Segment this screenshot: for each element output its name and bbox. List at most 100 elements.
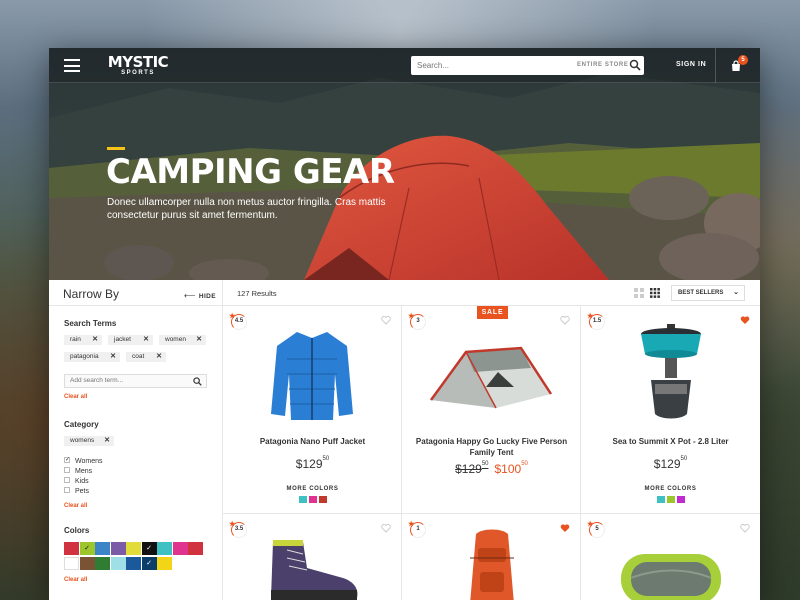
clear-all-search-terms[interactable]: Clear all [64, 394, 87, 400]
heart-outline-icon[interactable] [381, 523, 391, 533]
hide-filters-button[interactable]: HIDE [184, 291, 216, 300]
hero-accent-line [107, 147, 125, 150]
sign-in-link[interactable]: SIGN IN [676, 61, 706, 68]
category-checkbox-kids[interactable]: Kids [64, 477, 89, 485]
star-icon: ★ [229, 521, 236, 528]
sort-value: BEST SELLERS [678, 290, 724, 296]
hero-subtitle: Donec ullamcorper nulla non metus auctor… [107, 197, 386, 221]
color-option[interactable] [666, 496, 675, 503]
checkbox-checked-icon: ✓ [64, 457, 71, 464]
add-search-term-field [64, 374, 207, 388]
product-card[interactable]: ★ 3.5 [223, 514, 402, 600]
product-name[interactable]: Patagonia Happy Go Lucky Five Person Fam… [412, 436, 571, 458]
heart-outline-icon[interactable] [560, 315, 570, 325]
grid-view-icon[interactable] [650, 288, 660, 298]
product-card[interactable]: ★ 4.5 Patagonia Nano Puff Jacket $12950 M… [223, 306, 402, 514]
cart-button[interactable]: 5 [715, 48, 760, 83]
color-swatch[interactable] [110, 542, 126, 555]
search-term-label: women [165, 336, 186, 343]
remove-chip-icon[interactable]: ✕ [110, 352, 116, 362]
search-term-chip: rain ✕ [64, 335, 102, 345]
color-option[interactable] [318, 496, 327, 503]
clear-all-colors[interactable]: Clear all [64, 577, 87, 583]
heart-filled-icon[interactable] [560, 523, 570, 533]
rating-value: 1.5 [592, 318, 602, 324]
search-term-chip: women ✕ [159, 335, 206, 345]
hamburger-menu-icon[interactable] [64, 59, 80, 72]
color-swatch[interactable] [157, 542, 172, 555]
category-label: Mens [75, 468, 93, 475]
clear-all-categories[interactable]: Clear all [64, 503, 87, 509]
star-icon: ★ [587, 313, 594, 320]
product-image-jacket [271, 332, 353, 420]
color-option[interactable] [676, 496, 685, 503]
search-icon[interactable] [629, 59, 641, 71]
remove-chip-icon[interactable]: ✕ [92, 335, 98, 345]
sort-dropdown[interactable]: BEST SELLERS ⌄ [671, 285, 745, 301]
brand-logo[interactable]: MYSTIC SPORTS [106, 54, 170, 77]
price-cents: 50 [521, 461, 528, 467]
heart-filled-icon[interactable] [740, 315, 750, 325]
search-icon[interactable] [193, 377, 202, 386]
product-name[interactable]: Patagonia Nano Puff Jacket [233, 436, 392, 447]
color-swatch[interactable]: ✓ [141, 542, 157, 555]
color-option[interactable] [298, 496, 307, 503]
color-swatch[interactable] [126, 542, 141, 555]
color-swatch[interactable]: ✓ [79, 542, 95, 555]
color-swatch[interactable] [126, 557, 141, 570]
search-input[interactable] [417, 58, 567, 73]
color-swatch[interactable] [188, 542, 203, 555]
search-term-label: jacket [114, 336, 131, 343]
color-swatch[interactable] [64, 542, 79, 555]
color-swatch[interactable] [157, 557, 172, 570]
search-term-label: patagonia [70, 353, 99, 360]
product-name[interactable]: Sea to Summit X Pot - 2.8 Liter [591, 436, 750, 447]
color-options [581, 496, 760, 503]
rating-badge: ★ 4.5 [229, 313, 247, 330]
color-option[interactable] [308, 496, 317, 503]
color-swatch[interactable] [95, 557, 110, 570]
remove-chip-icon[interactable]: ✕ [156, 352, 162, 362]
sale-badge: SALE [477, 306, 508, 319]
product-card[interactable]: ★ 5 [581, 514, 760, 600]
category-checkbox-womens[interactable]: ✓ Womens [64, 457, 103, 465]
product-card[interactable]: SALE ★ 3 Patagonia Happy Go Lucky Five Pe… [402, 306, 581, 514]
product-image-boot [271, 540, 358, 600]
color-swatch[interactable] [64, 557, 79, 570]
top-navigation-bar: MYSTIC SPORTS ENTIRE STORE SIGN IN 5 [49, 48, 760, 83]
color-swatch[interactable] [110, 557, 126, 570]
color-swatch[interactable]: ✓ [141, 557, 157, 570]
more-colors-link[interactable]: MORE COLORS [223, 486, 402, 492]
checkbox-icon [64, 467, 70, 474]
product-image-backpack [470, 529, 514, 600]
category-label: Kids [75, 478, 89, 485]
rating-value: 3.5 [234, 526, 244, 532]
price-whole: $129 [295, 457, 323, 471]
color-swatch[interactable] [79, 557, 95, 570]
sale-price: $10050 [495, 461, 528, 476]
search-term-chip: jacket ✕ [108, 335, 153, 345]
rating-value: 1 [416, 526, 420, 532]
remove-chip-icon[interactable]: ✕ [143, 335, 149, 345]
add-search-term-input[interactable] [70, 377, 180, 384]
color-option[interactable] [656, 496, 665, 503]
color-swatch[interactable] [95, 542, 110, 555]
remove-chip-icon[interactable]: ✕ [196, 335, 202, 345]
category-checkbox-pets[interactable]: Pets [64, 487, 89, 495]
heart-outline-icon[interactable] [381, 315, 391, 325]
remove-chip-icon[interactable]: ✕ [104, 436, 110, 446]
product-card[interactable]: ★ 1.5 Sea to Summit X Pot - 2.8 Liter $12… [581, 306, 760, 514]
product-image-pillow [621, 554, 721, 600]
category-checkbox-mens[interactable]: Mens [64, 467, 93, 475]
product-card[interactable]: ★ 1 [402, 514, 581, 600]
list-view-icon[interactable] [634, 288, 644, 298]
product-image-tent [429, 346, 553, 409]
sidebar-header: Narrow By HIDE [49, 280, 222, 306]
checkbox-icon [64, 487, 70, 494]
search-scope-label[interactable]: ENTIRE STORE [577, 62, 628, 68]
color-swatch[interactable] [172, 542, 188, 555]
brand-subname: SPORTS [121, 70, 155, 76]
more-colors-link[interactable]: MORE COLORS [581, 486, 760, 492]
heart-outline-icon[interactable] [740, 523, 750, 533]
sidebar-title: Narrow By [63, 287, 120, 301]
